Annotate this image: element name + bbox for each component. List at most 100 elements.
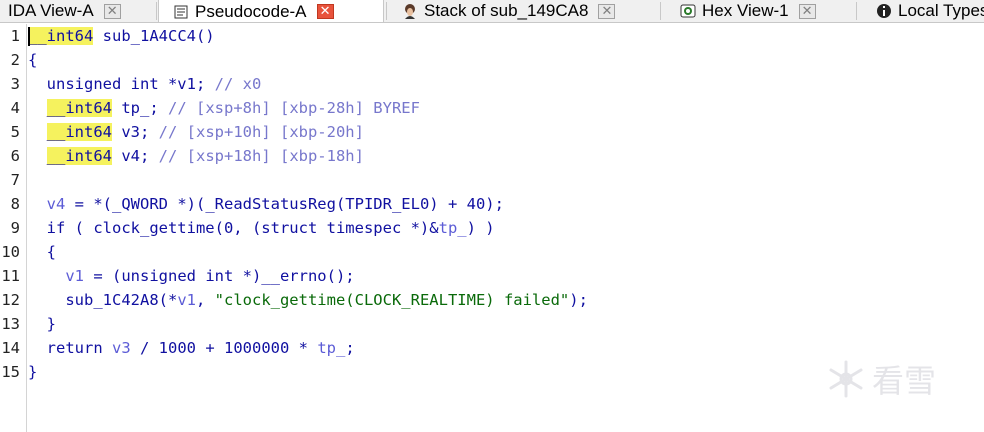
line-number: 12 xyxy=(1,291,20,309)
code-line[interactable]: 8 v4 = *(_QWORD *)(_ReadStatusReg(TPIDR_… xyxy=(0,192,984,216)
hex-icon xyxy=(680,3,696,19)
tab-pseudocode-a[interactable]: Pseudocode-A ✕ xyxy=(158,0,384,22)
variable-token[interactable]: tp_ xyxy=(317,339,345,357)
comment-token: // x0 xyxy=(214,75,262,93)
comment-token: // [xsp+10h] [xbp-20h] xyxy=(158,123,364,141)
text-cursor xyxy=(28,27,30,46)
string-token: "clock_gettime(CLOCK_REALTIME) failed" xyxy=(214,291,570,309)
line-number: 6 xyxy=(10,147,20,165)
tab-bar: IDA View-A ✕ Pseudocode-A ✕ Stack of sub_149… xyxy=(0,0,984,23)
tab-label: Local Types xyxy=(898,1,984,20)
watermark-text: 看雪 xyxy=(872,362,937,400)
code-token: ; xyxy=(345,339,355,357)
code-text: { xyxy=(28,240,56,264)
code-text: __int64 v3; // [xsp+10h] [xbp-20h] xyxy=(28,120,364,144)
code-token: sub_1A4CC4() xyxy=(93,27,215,45)
tab-label: Pseudocode-A xyxy=(195,1,307,21)
code-line[interactable]: 1 __int64 sub_1A4CC4() xyxy=(0,24,984,48)
code-line[interactable]: 5 __int64 v3; // [xsp+10h] [xbp-20h] xyxy=(0,120,984,144)
snowflake-icon xyxy=(829,360,863,398)
highlighted-token[interactable]: __int64 xyxy=(46,123,112,141)
code-token: v3; xyxy=(112,123,159,141)
tab-stack-of-sub-149ca8[interactable]: Stack of sub_149CA8 ✕ xyxy=(388,0,646,22)
highlighted-token[interactable]: __int64 xyxy=(46,99,112,117)
highlighted-token[interactable]: __int64 xyxy=(28,27,94,45)
code-line[interactable]: 12 sub_1C42A8(*v1, "clock_gettime(CLOCK_… xyxy=(0,288,984,312)
tab-label: Hex View-1 xyxy=(702,1,789,20)
stack-icon xyxy=(402,3,418,19)
code-token: , xyxy=(195,291,215,309)
tab-separator xyxy=(386,2,387,20)
code-token: ) ) xyxy=(466,219,495,237)
variable-token[interactable]: v4 xyxy=(47,195,66,213)
tab-ida-view-a[interactable]: IDA View-A ✕ xyxy=(0,0,156,22)
code-text: return v3 / 1000 + 1000000 * tp_; xyxy=(28,336,355,360)
code-line[interactable]: 6 __int64 v4; // [xsp+18h] [xbp-18h] xyxy=(0,144,984,168)
tab-separator xyxy=(156,2,157,20)
close-icon[interactable]: ✕ xyxy=(598,3,616,19)
code-token: } xyxy=(28,363,38,381)
line-number: 1 xyxy=(10,27,20,45)
code-token: { xyxy=(28,51,38,69)
line-number: 8 xyxy=(10,195,20,213)
comment-token: // [xsp+18h] [xbp-18h] xyxy=(158,147,364,165)
variable-token[interactable]: tp_ xyxy=(439,219,467,237)
code-text: } xyxy=(28,360,37,384)
line-number: 10 xyxy=(1,243,20,261)
variable-token[interactable]: v3 xyxy=(112,339,131,357)
code-text: v1 = (unsigned int *)__errno(); xyxy=(28,264,355,288)
code-line[interactable]: 11 v1 = (unsigned int *)__errno(); xyxy=(0,264,984,288)
close-icon[interactable]: ✕ xyxy=(798,3,816,19)
code-line[interactable]: 10 { xyxy=(0,240,984,264)
code-text: __int64 sub_1A4CC4() xyxy=(28,24,215,48)
close-icon[interactable]: ✕ xyxy=(103,3,121,19)
code-line[interactable]: 9 if ( clock_gettime(0, (struct timespec… xyxy=(0,216,984,240)
tab-label: Stack of sub_149CA8 xyxy=(424,1,589,20)
code-line[interactable]: 2{ xyxy=(0,48,984,72)
code-token: / 1000 + 1000000 * xyxy=(130,339,318,357)
code-token: ); xyxy=(569,291,588,309)
code-token: return xyxy=(28,339,112,357)
code-line[interactable]: 3 unsigned int *v1; // x0 xyxy=(0,72,984,96)
line-number: 5 xyxy=(10,123,20,141)
line-number: 7 xyxy=(10,171,20,189)
line-number: 3 xyxy=(10,75,20,93)
code-text: } xyxy=(28,312,56,336)
code-token: = (unsigned int *)__errno(); xyxy=(84,267,355,285)
line-number: 14 xyxy=(1,339,20,357)
line-number: 13 xyxy=(1,315,20,333)
line-number: 11 xyxy=(1,267,20,285)
code-line[interactable]: 7 xyxy=(0,168,984,192)
code-text: { xyxy=(28,48,37,72)
tab-label: IDA View-A xyxy=(8,1,94,20)
code-token: tp_; xyxy=(112,99,168,117)
pseudocode-icon xyxy=(173,4,189,20)
close-icon[interactable]: ✕ xyxy=(316,4,334,19)
tab-separator xyxy=(856,2,857,20)
code-line[interactable]: 4 __int64 tp_; // [xsp+8h] [xbp-28h] BYR… xyxy=(0,96,984,120)
tab-local-types[interactable]: Local Types xyxy=(862,0,984,22)
highlighted-token[interactable]: __int64 xyxy=(46,147,112,165)
code-text: __int64 tp_; // [xsp+8h] [xbp-28h] BYREF xyxy=(28,96,420,120)
variable-token[interactable]: v1 xyxy=(177,291,196,309)
code-text: v4 = *(_QWORD *)(_ReadStatusReg(TPIDR_EL… xyxy=(28,192,504,216)
watermark: 看雪 xyxy=(826,356,936,402)
code-token: } xyxy=(28,315,56,333)
line-number: 4 xyxy=(10,99,20,117)
code-line[interactable]: 13 } xyxy=(0,312,984,336)
line-number: 9 xyxy=(10,219,20,237)
code-token: = *(_QWORD *)(_ReadStatusReg(TPIDR_EL0) … xyxy=(65,195,504,213)
variable-token[interactable]: v1 xyxy=(65,267,84,285)
tab-hex-view-1[interactable]: Hex View-1 ✕ xyxy=(666,0,846,22)
code-token: unsigned int *v1; xyxy=(28,75,215,93)
line-number: 2 xyxy=(10,51,20,69)
line-number: 15 xyxy=(1,363,20,381)
code-text: unsigned int *v1; // x0 xyxy=(28,72,262,96)
tab-separator xyxy=(660,2,661,20)
info-icon xyxy=(876,3,892,19)
code-text: sub_1C42A8(*v1, "clock_gettime(CLOCK_REA… xyxy=(28,288,588,312)
